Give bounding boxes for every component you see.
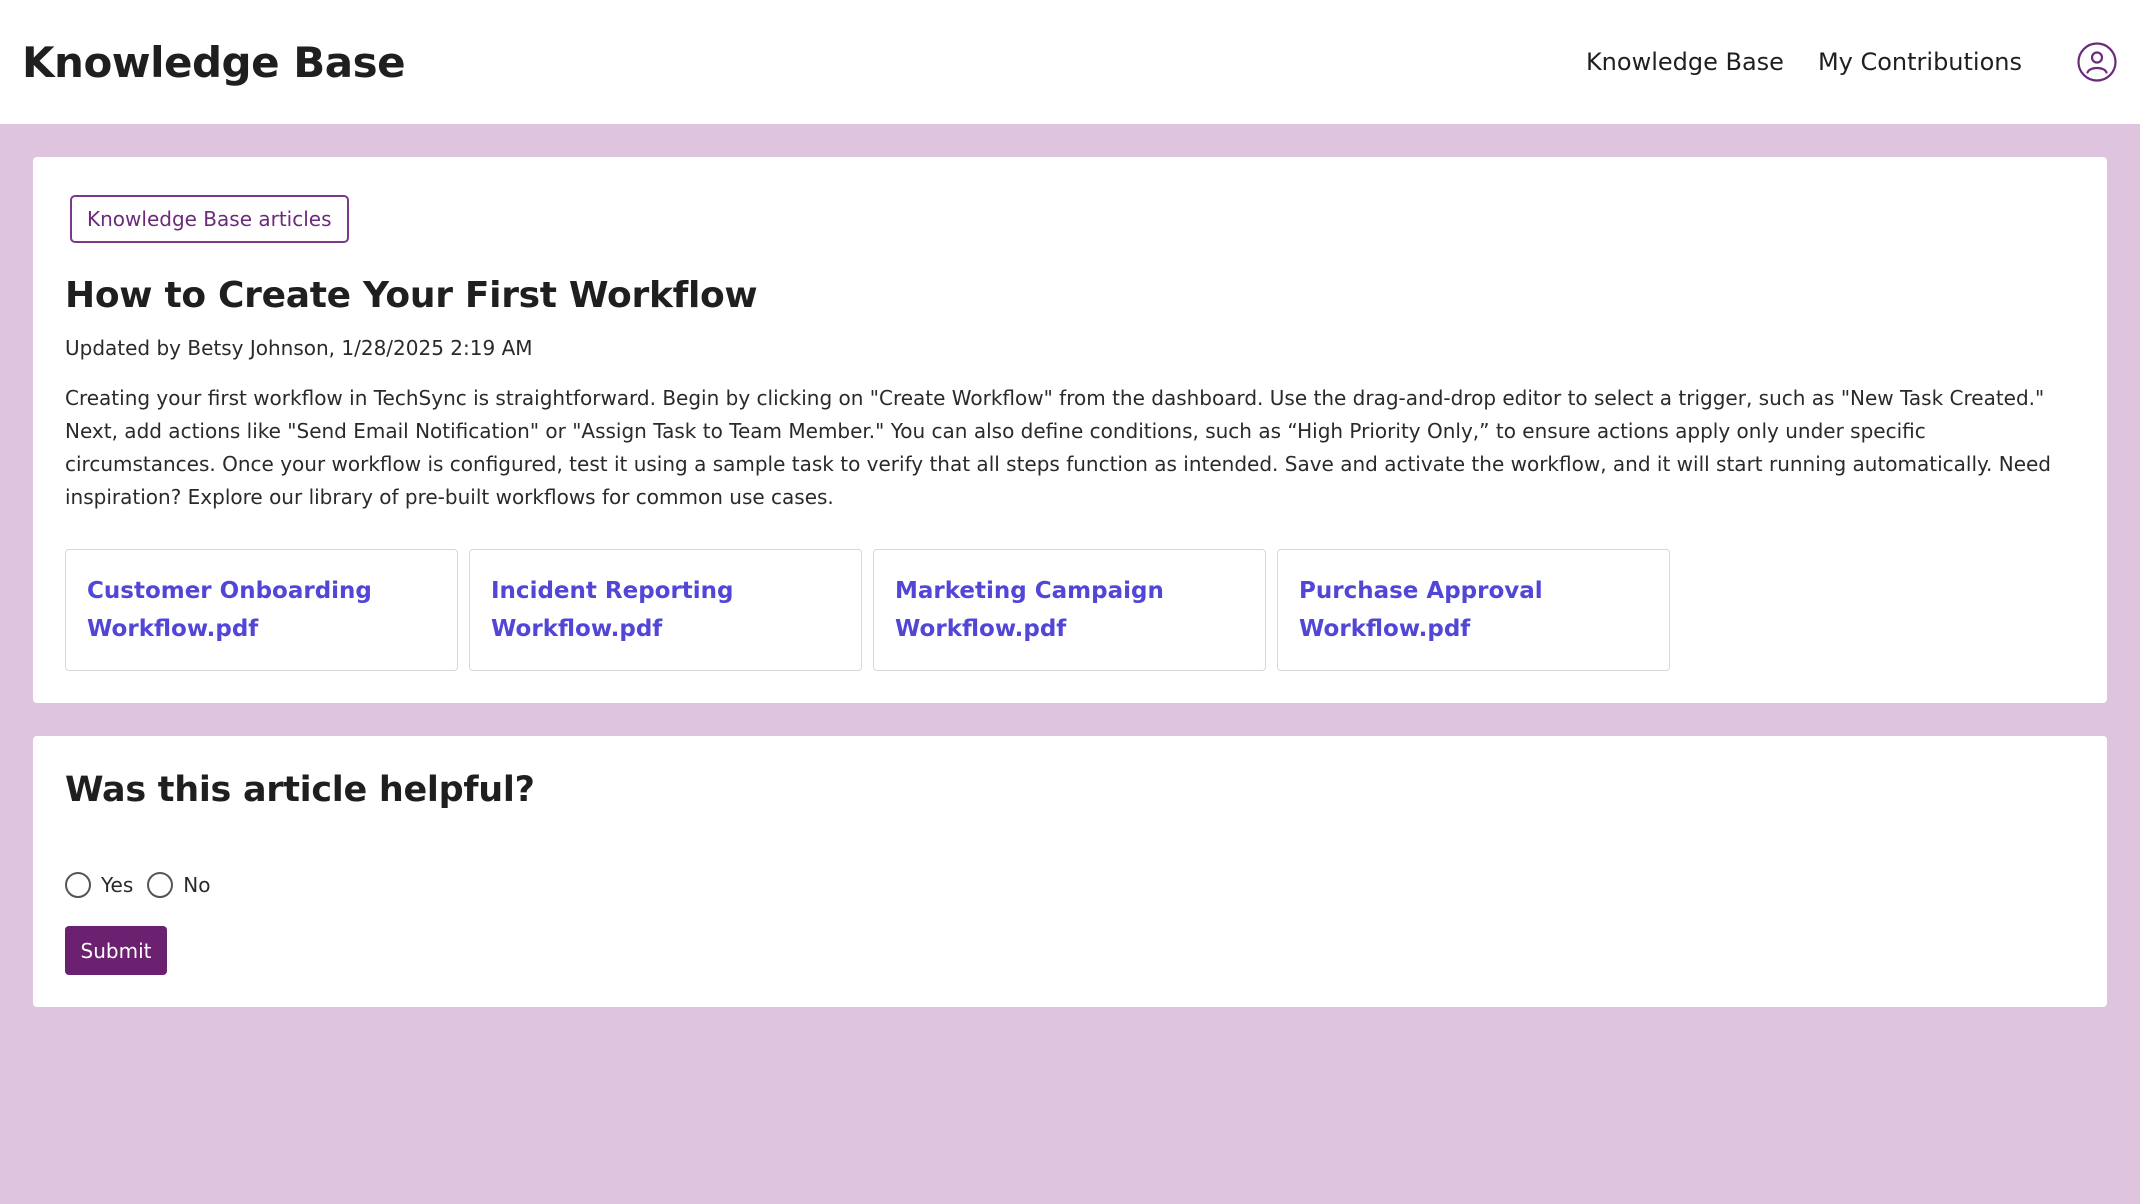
user-circle-icon[interactable] [2076, 41, 2118, 83]
feedback-card: Was this article helpful? Yes No Submit [33, 736, 2107, 1007]
attachment-list: Customer Onboarding Workflow.pdf Inciden… [65, 549, 2075, 671]
attachment-link-line2[interactable]: Workflow.pdf [87, 610, 436, 648]
attachment-link-line2[interactable]: Workflow.pdf [491, 610, 840, 648]
radio-no[interactable] [147, 872, 174, 898]
nav-link-knowledge-base[interactable]: Knowledge Base [1586, 48, 1784, 76]
article-card: Knowledge Base articles How to Create Yo… [33, 157, 2107, 703]
feedback-title: Was this article helpful? [65, 770, 535, 810]
attachment-card-incident-reporting[interactable]: Incident Reporting Workflow.pdf [469, 549, 862, 671]
nav-link-my-contributions[interactable]: My Contributions [1818, 48, 2022, 76]
breadcrumb-chip[interactable]: Knowledge Base articles [70, 195, 349, 243]
attachment-card-customer-onboarding[interactable]: Customer Onboarding Workflow.pdf [65, 549, 458, 671]
radio-label-yes[interactable]: Yes [101, 873, 133, 897]
user-circle-icon-graphic [2077, 42, 2117, 82]
attachment-link-line2[interactable]: Workflow.pdf [1299, 610, 1648, 648]
attachment-link-line1[interactable]: Marketing Campaign [895, 572, 1244, 610]
radio-label-no[interactable]: No [183, 873, 210, 897]
attachment-link-line2[interactable]: Workflow.pdf [895, 610, 1244, 648]
attachment-card-marketing-campaign[interactable]: Marketing Campaign Workflow.pdf [873, 549, 1266, 671]
article-meta: Updated by Betsy Johnson, 1/28/2025 2:19… [65, 336, 533, 360]
attachment-card-purchase-approval[interactable]: Purchase Approval Workflow.pdf [1277, 549, 1670, 671]
submit-button[interactable]: Submit [65, 926, 167, 975]
attachment-link-line1[interactable]: Customer Onboarding [87, 572, 436, 610]
attachment-link-line1[interactable]: Incident Reporting [491, 572, 840, 610]
attachment-link-line1[interactable]: Purchase Approval [1299, 572, 1648, 610]
article-title: How to Create Your First Workflow [65, 275, 758, 316]
brand-title: Knowledge Base [22, 37, 406, 87]
main-nav: Knowledge Base My Contributions [1586, 48, 2022, 76]
article-body: Creating your first workflow in TechSync… [65, 386, 2051, 509]
top-header: Knowledge Base Knowledge Base My Contrib… [0, 0, 2140, 124]
feedback-options: Yes No [65, 872, 2075, 898]
radio-yes[interactable] [65, 872, 91, 898]
page-content: Knowledge Base articles How to Create Yo… [0, 124, 2140, 1007]
